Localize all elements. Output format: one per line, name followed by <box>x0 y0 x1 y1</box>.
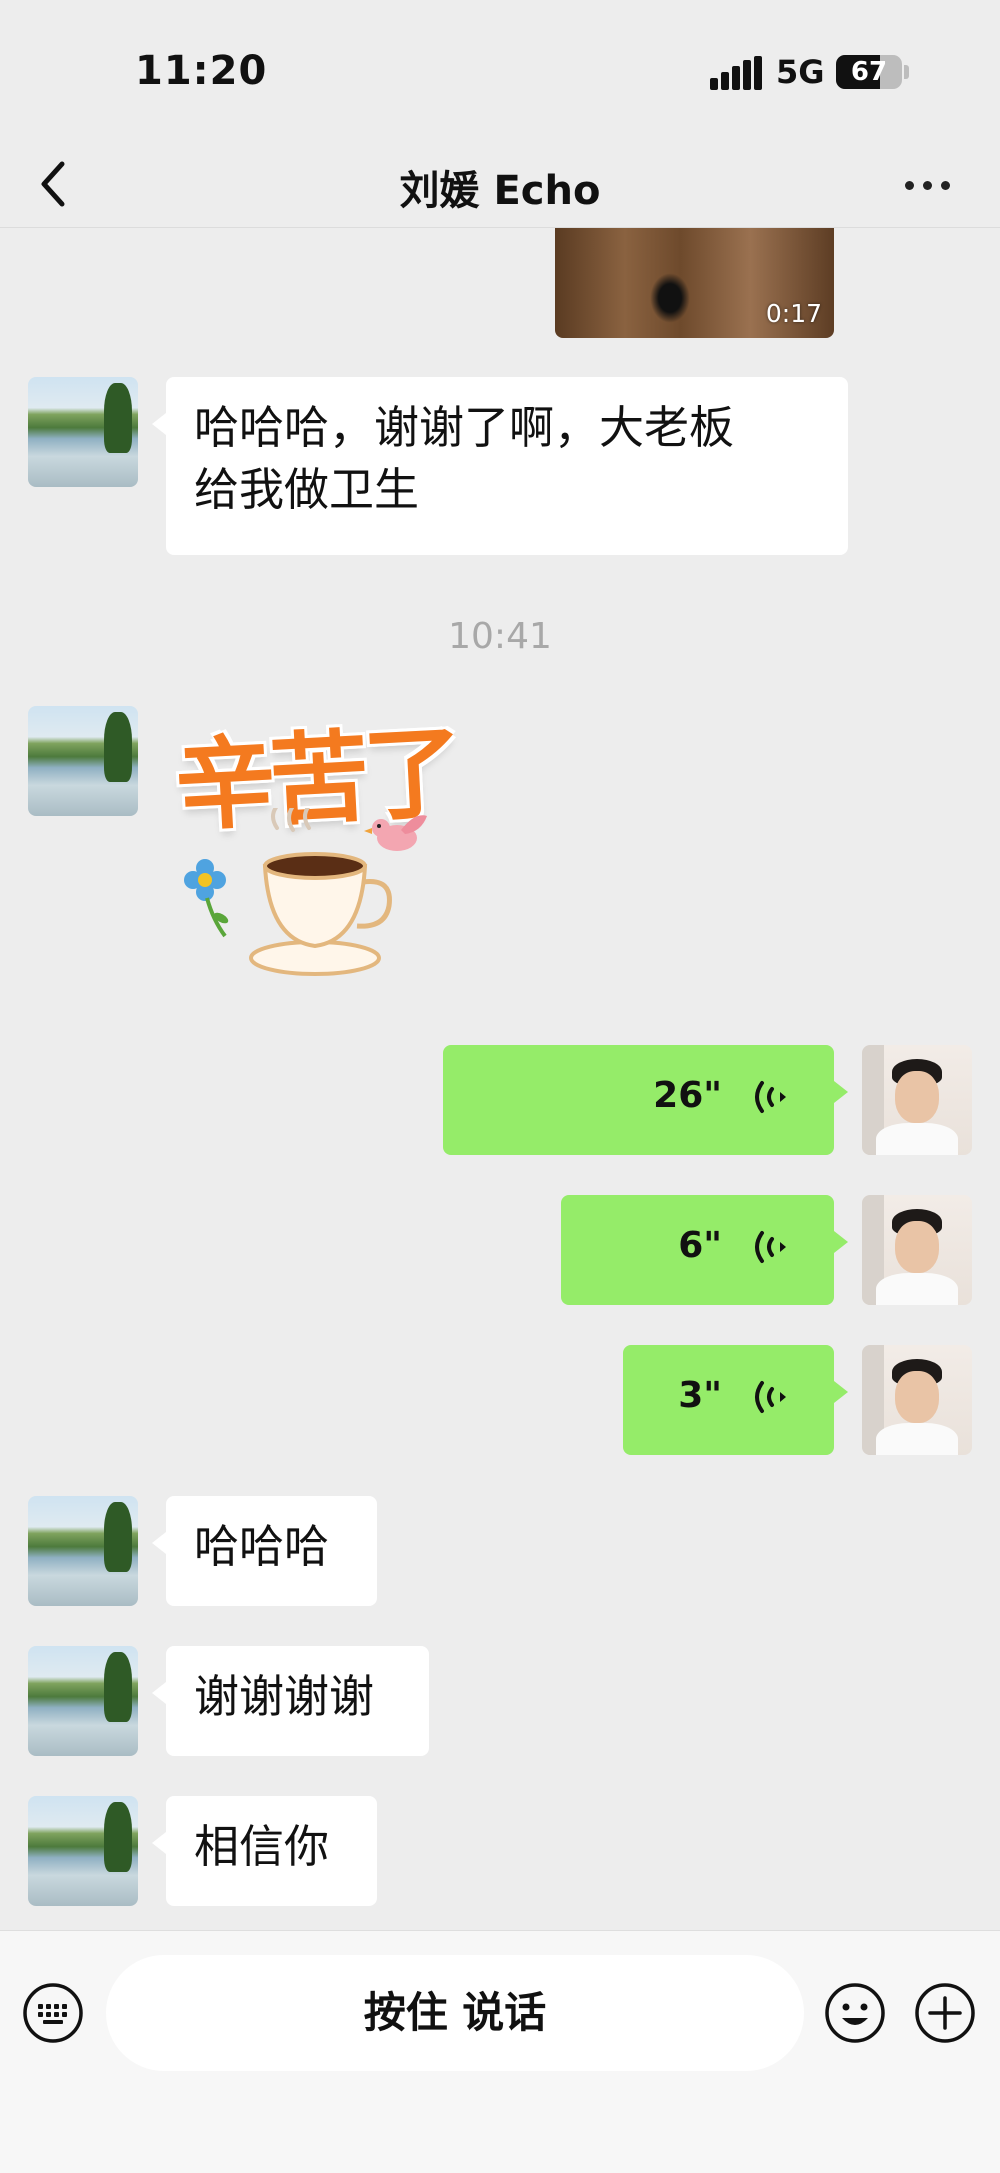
peer-avatar[interactable] <box>28 1796 138 1906</box>
peer-avatar[interactable] <box>28 377 138 487</box>
status-time: 11:20 <box>135 48 268 94</box>
coffee-cup-icon <box>184 808 427 976</box>
voice-wave-icon <box>755 1381 786 1413</box>
avatar-face <box>895 1221 939 1273</box>
peer-message-bubble[interactable]: 谢谢谢谢 <box>152 1646 429 1756</box>
avatar-shirt <box>876 1273 958 1305</box>
back-icon <box>41 161 65 207</box>
message-text-line: 哈哈哈，谢谢了啊，大老板 <box>194 401 735 454</box>
voice-duration: 26" <box>653 1075 722 1116</box>
back-button[interactable] <box>30 154 90 214</box>
battery-tip <box>904 65 909 79</box>
more-functions-button[interactable] <box>914 1982 976 2044</box>
avatar-face <box>895 1371 939 1423</box>
video-duration: 0:17 <box>765 299 822 328</box>
message-text-line: 给我做卫生 <box>194 463 420 516</box>
emoji-icon <box>825 1983 885 2043</box>
avatar-face <box>895 1071 939 1123</box>
voice-wave-icon <box>755 1231 786 1263</box>
voice-wave-icon <box>755 1081 786 1113</box>
peer-message-bubble[interactable]: 相信你 <box>152 1796 377 1906</box>
network-type: 5G <box>776 53 825 91</box>
message-text: 谢谢谢谢 <box>194 1670 375 1723</box>
avatar-shirt <box>876 1423 958 1455</box>
chat-title: 刘媛 Echo <box>399 168 601 214</box>
keyboard-voice-icon <box>23 1983 83 2043</box>
video-message[interactable]: 0:17 <box>555 228 834 338</box>
peer-message-bubble[interactable]: 哈哈哈 <box>152 1496 377 1606</box>
video-thumbnail <box>650 273 690 323</box>
battery-icon: 67 <box>836 55 902 89</box>
time-divider: 10:41 <box>448 616 552 657</box>
peer-avatar[interactable] <box>28 706 138 816</box>
message-text: 哈哈哈 <box>194 1520 330 1573</box>
self-avatar[interactable] <box>862 1045 972 1155</box>
signal-icon <box>710 56 762 90</box>
peer-avatar[interactable] <box>28 1646 138 1756</box>
plus-icon <box>915 1983 975 2043</box>
peer-message-bubble[interactable]: 哈哈哈，谢谢了啊，大老板 给我做卫生 <box>152 377 848 555</box>
message-list[interactable]: 0:17 哈哈哈，谢谢了啊，大老板 给我做卫生 10:41 辛苦了 26" 6"… <box>0 228 1000 1928</box>
battery-level: 67 <box>850 57 888 87</box>
keyboard-toggle-button[interactable] <box>22 1982 84 2044</box>
voice-duration: 3" <box>678 1375 722 1416</box>
hold-to-talk-button[interactable]: 按住 说话 <box>106 1955 804 2071</box>
sticker-message[interactable]: 辛苦了 <box>165 698 465 978</box>
peer-avatar[interactable] <box>28 1496 138 1606</box>
self-avatar[interactable] <box>862 1195 972 1305</box>
emoji-button[interactable] <box>824 1982 886 2044</box>
voice-message-bubble[interactable]: 6" <box>561 1195 848 1305</box>
message-text: 相信你 <box>194 1820 330 1873</box>
self-avatar[interactable] <box>862 1345 972 1455</box>
chat-header: 刘媛 Echo <box>0 140 1000 228</box>
voice-duration: 6" <box>678 1225 722 1266</box>
input-bar: 按住 说话 <box>0 1930 1000 2173</box>
more-button[interactable] <box>898 154 958 214</box>
status-bar: 11:20 5G 67 <box>0 0 1000 140</box>
avatar-shirt <box>876 1123 958 1155</box>
voice-message-bubble[interactable]: 26" <box>443 1045 848 1155</box>
voice-message-bubble[interactable]: 3" <box>623 1345 848 1455</box>
